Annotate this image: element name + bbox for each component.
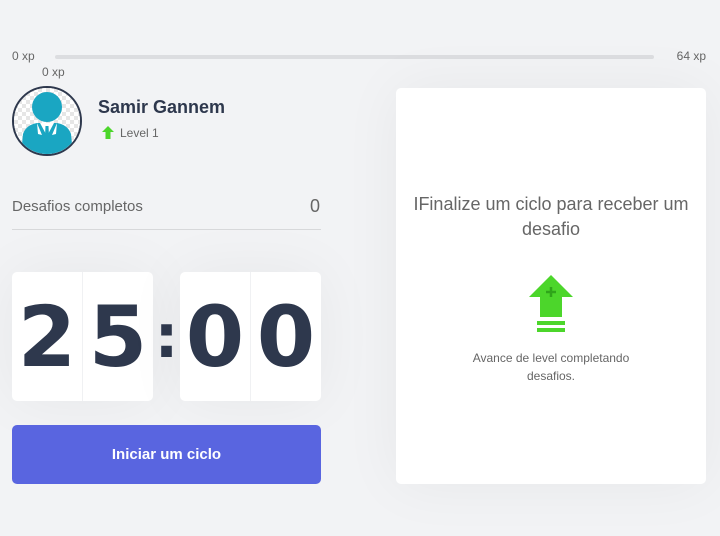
level-label: Level 1 xyxy=(120,125,159,140)
profile-name: Samir Gannem xyxy=(98,96,226,117)
level-up-arrow-icon xyxy=(102,125,114,139)
challenge-title: IFinalize um ciclo para receber um desaf… xyxy=(413,194,689,239)
level-up-icon xyxy=(529,275,573,332)
page: 0 xp 64 xp 0 xp Samir Gannem Level 1 Des… xyxy=(0,0,720,536)
xp-max-label: 64 xp xyxy=(676,49,706,63)
countdown-seconds: 0 0 xyxy=(180,272,321,401)
countdown-minutes: 2 5 xyxy=(12,272,153,401)
countdown-separator: : xyxy=(154,301,179,372)
challenge-box: IFinalize um ciclo para receber um desaf… xyxy=(396,88,706,484)
second-digit-tens: 0 xyxy=(185,287,245,386)
user-avatar-icon xyxy=(12,86,82,156)
experience-bar: 0 xp 64 xp xyxy=(12,48,708,68)
completed-challenges-count: 0 xyxy=(309,195,320,216)
xp-progress-track xyxy=(55,55,654,59)
minute-digit-tens: 2 xyxy=(17,287,77,386)
completed-challenges: Desafios completos 0 xyxy=(12,188,321,230)
minute-digit-ones: 5 xyxy=(82,272,153,401)
challenge-hint: Avance de level completando desafios. xyxy=(472,351,630,383)
xp-min-label: 0 xp xyxy=(12,49,35,63)
profile-level: Level 1 xyxy=(98,125,225,140)
countdown: 2 5 : 0 0 xyxy=(12,272,321,401)
start-cycle-button[interactable]: Iniciar um ciclo xyxy=(12,425,321,484)
second-digit-ones: 0 xyxy=(250,272,321,401)
profile: Samir Gannem Level 1 xyxy=(12,86,225,156)
xp-current-label: 0 xp xyxy=(42,65,65,79)
completed-challenges-label: Desafios completos xyxy=(12,197,143,215)
profile-info: Samir Gannem Level 1 xyxy=(98,97,225,140)
